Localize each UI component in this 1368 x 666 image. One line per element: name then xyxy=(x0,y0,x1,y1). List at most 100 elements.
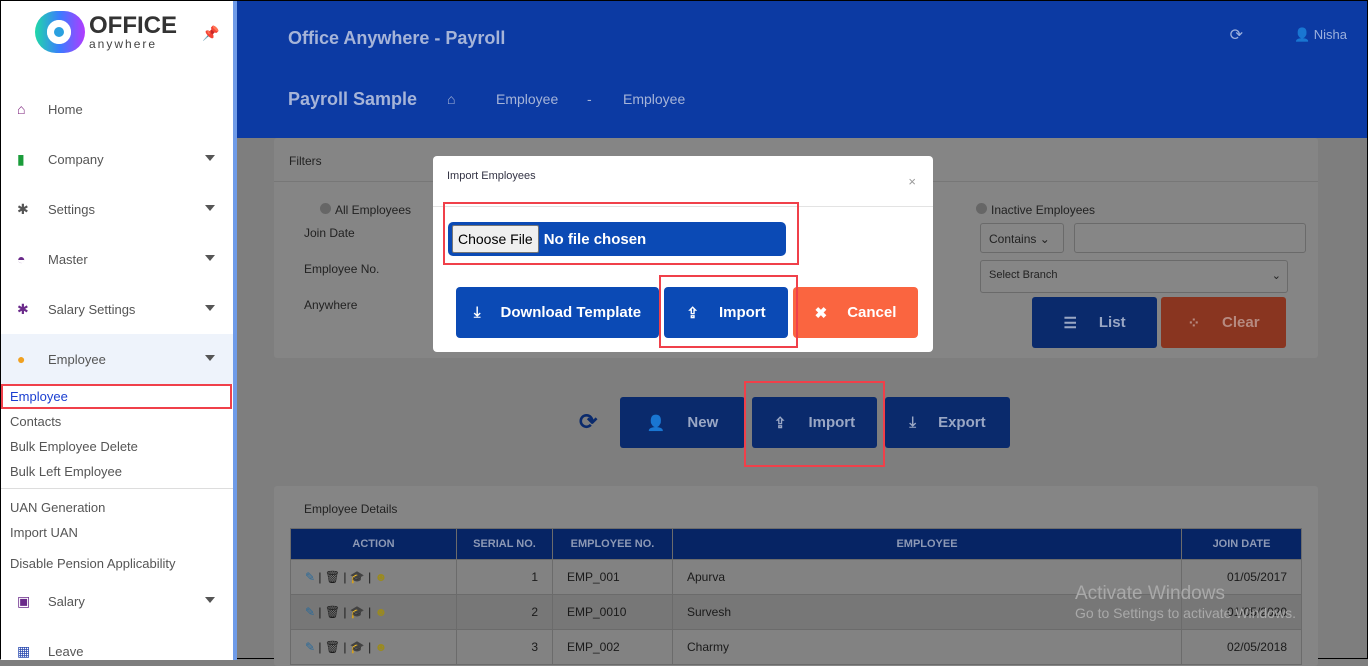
user-menu[interactable]: 👤 Nisha xyxy=(1294,27,1347,43)
sidebar-item-settings[interactable]: ✱ Settings xyxy=(1,184,233,234)
sidebar-item-leave[interactable]: ▦ Leave xyxy=(1,626,233,660)
sidebar-item-salary[interactable]: ▣ Salary xyxy=(1,576,233,626)
trash-icon[interactable]: 🗑 xyxy=(325,640,340,654)
label: Salary Settings xyxy=(48,301,136,317)
employee-no-cell: EMP_001 xyxy=(552,559,673,595)
sub-item-uan-generation[interactable]: UAN Generation xyxy=(1,495,233,520)
chevron-down-icon xyxy=(205,155,215,166)
edit-icon[interactable]: ✎ xyxy=(305,640,315,654)
clear-button[interactable]: ⁘ Clear xyxy=(1161,297,1286,348)
highlight-box xyxy=(744,381,885,467)
row-actions: ✎ | 🗑 | 🎓 | ☻ xyxy=(290,629,457,665)
label: Leave xyxy=(48,643,84,659)
logo-subtext: anywhere xyxy=(89,37,158,51)
download-icon: ⤓ xyxy=(909,414,917,431)
sidebar-item-master[interactable]: ◓ Master xyxy=(1,234,233,284)
column-header[interactable]: ACTION xyxy=(290,528,457,560)
sidebar-item-salary-settings[interactable]: ✱ Salary Settings xyxy=(1,284,233,334)
column-header[interactable]: EMPLOYEE NO. xyxy=(552,528,673,560)
pin-icon[interactable]: 📌 xyxy=(202,25,219,42)
label: Settings xyxy=(48,201,95,217)
chevron-down-icon xyxy=(205,255,215,266)
breadcrumb-item: Employee xyxy=(623,91,686,107)
divider xyxy=(1,488,233,489)
refresh-icon[interactable]: ⟳ xyxy=(1230,25,1243,45)
sub-item-contacts[interactable]: Contacts xyxy=(1,409,233,434)
download-template-button[interactable]: ⤓ Download Template xyxy=(456,287,659,338)
sidebar-item-home[interactable]: ⌂ Home xyxy=(1,84,233,134)
calendar-icon: ▦ xyxy=(17,642,31,659)
label: Download Template xyxy=(500,304,642,321)
import-employees-modal: Import Employees × Choose File No file ch… xyxy=(433,156,933,352)
building-icon: ▮ xyxy=(17,150,25,167)
sub-item-import-uan[interactable]: Import UAN xyxy=(1,520,233,545)
dashboard-icon: ◓ xyxy=(17,251,26,267)
column-header[interactable]: JOIN DATE xyxy=(1181,528,1302,560)
employee-cell: Charmy xyxy=(672,629,1182,665)
label: Cancel xyxy=(847,304,897,321)
home-icon[interactable]: ⌂ xyxy=(447,91,455,107)
cancel-button[interactable]: ✖ Cancel xyxy=(793,287,918,338)
list-button[interactable]: ☰ List xyxy=(1032,297,1157,348)
app-title: Office Anywhere - Payroll xyxy=(288,28,506,48)
trash-icon[interactable]: 🗑 xyxy=(325,605,340,619)
top-header: Office Anywhere - Payroll ⟳ 👤 Nisha xyxy=(237,1,1367,71)
highlight-box xyxy=(443,202,799,265)
close-icon[interactable]: × xyxy=(908,174,916,189)
label: Contains xyxy=(989,232,1037,246)
sub-item-disable-pension[interactable]: Disable Pension Applicability xyxy=(1,551,233,576)
chevron-down-icon xyxy=(205,305,215,316)
graduation-cap-icon[interactable]: 🎓 xyxy=(350,605,365,619)
join-date-label: Join Date xyxy=(304,226,355,240)
spinner-icon: ⁘ xyxy=(1187,314,1201,332)
graduation-cap-icon[interactable]: 🎓 xyxy=(350,570,365,584)
inactive-employees-radio[interactable]: Inactive Employees xyxy=(976,203,1095,217)
graduation-cap-icon[interactable]: 🎓 xyxy=(350,640,365,654)
close-icon: ✖ xyxy=(814,304,828,322)
user-name: Nisha xyxy=(1313,27,1347,42)
user-add-icon[interactable]: ☻ xyxy=(375,640,388,654)
edit-icon[interactable]: ✎ xyxy=(305,570,315,584)
user-remove-icon[interactable]: ☻ xyxy=(375,605,388,619)
user-icon: 👤 xyxy=(646,414,666,432)
label: Employee xyxy=(48,351,106,367)
refresh-icon[interactable]: ⟳ xyxy=(579,409,597,435)
filter-input[interactable] xyxy=(1074,223,1306,253)
sidebar-item-employee[interactable]: ● Employee xyxy=(1,334,233,384)
gear-icon: ✱ xyxy=(17,300,29,317)
breadcrumb: Payroll Sample ⌂ Employee - Employee xyxy=(237,71,1367,138)
windows-watermark: Activate Windows Go to Settings to activa… xyxy=(1075,583,1296,621)
employee-no-cell: EMP_0010 xyxy=(552,594,673,630)
sub-item-bulk-delete[interactable]: Bulk Employee Delete xyxy=(1,434,233,459)
logo-icon xyxy=(35,11,85,53)
user-add-icon[interactable]: ☻ xyxy=(375,570,388,584)
highlight-box xyxy=(659,275,798,348)
branch-select[interactable]: Select Branch ⌄ xyxy=(980,260,1288,293)
money-icon: ▣ xyxy=(17,592,31,609)
employee-no-cell: EMP_002 xyxy=(552,629,673,665)
sub-item-employee[interactable]: Employee xyxy=(1,384,232,409)
row-actions: ✎ | 🗑 | 🎓 | ☻ xyxy=(290,559,457,595)
employee-no-label: Employee No. xyxy=(304,262,380,276)
sub-item-bulk-left[interactable]: Bulk Left Employee xyxy=(1,459,233,484)
label: New xyxy=(687,414,719,431)
table-row: ✎ | 🗑 | 🎓 | ☻ 3 EMP_002 Charmy 02/05/201… xyxy=(290,629,1302,665)
list-icon: ☰ xyxy=(1063,314,1077,332)
contains-select[interactable]: Contains ⌄ xyxy=(980,223,1064,253)
label: Company xyxy=(48,151,104,167)
sidebar-item-company[interactable]: ▮ Company xyxy=(1,134,233,184)
new-button[interactable]: 👤 New xyxy=(620,397,745,448)
export-button[interactable]: ⤓ Export xyxy=(885,397,1010,448)
column-header[interactable]: SERIAL NO. xyxy=(456,528,553,560)
breadcrumb-item[interactable]: Employee xyxy=(496,91,558,107)
chevron-down-icon xyxy=(205,205,215,216)
modal-title: Import Employees xyxy=(433,156,933,207)
column-header[interactable]: EMPLOYEE xyxy=(672,528,1182,560)
all-employees-radio[interactable]: All Employees xyxy=(320,203,411,217)
watermark-line: Activate Windows xyxy=(1075,583,1225,604)
logo: OFFICE anywhere xyxy=(35,11,177,53)
label: Salary xyxy=(48,593,85,609)
user-icon: ● xyxy=(17,351,26,367)
trash-icon[interactable]: 🗑 xyxy=(325,570,340,584)
edit-icon[interactable]: ✎ xyxy=(305,605,315,619)
